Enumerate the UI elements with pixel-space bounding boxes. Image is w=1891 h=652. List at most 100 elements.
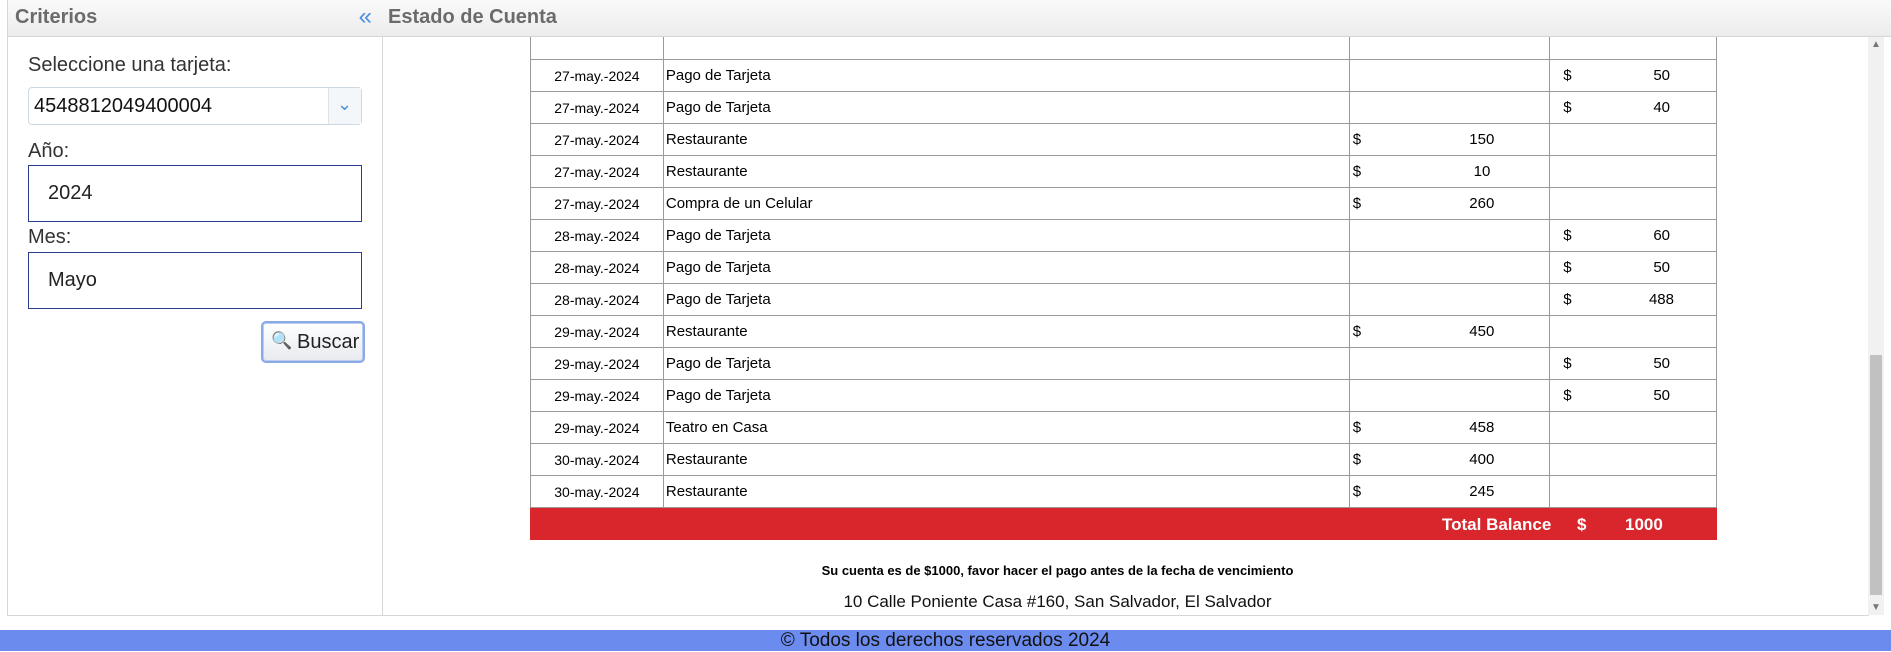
table-row: 30-may.-2024 Restaurante $400 xyxy=(530,443,1717,476)
credit-amount: 40 xyxy=(1653,99,1670,116)
date-cell: 29-may.-2024 xyxy=(530,315,664,348)
credit-currency: $ xyxy=(1563,67,1572,84)
description-cell: Compra de un Celular xyxy=(662,187,1350,220)
description-cell: Teatro en Casa xyxy=(662,411,1350,444)
date-cell: 27-may.-2024 xyxy=(530,155,664,188)
table-row: 29-may.-2024 Restaurante $450 xyxy=(530,315,1717,348)
total-balance-currency: $ xyxy=(1577,515,1587,534)
credit-cell: $60 xyxy=(1549,219,1717,252)
card-select-value: 4548812049400004 xyxy=(34,95,212,117)
description-cell: Pago de Tarjeta xyxy=(662,347,1350,380)
date-cell: 28-may.-2024 xyxy=(530,283,664,316)
address-text: 10 Calle Poniente Casa #160, San Salvado… xyxy=(843,592,1272,611)
debit-amount: 260 xyxy=(1469,195,1495,212)
table-row: 27-may.-2024 Pago de Tarjeta $50 xyxy=(530,59,1717,92)
date-cell: 27-may.-2024 xyxy=(530,59,664,92)
table-row: 27-may.-2024 Pago de Tarjeta $40 xyxy=(530,91,1717,124)
year-label: Año: xyxy=(28,140,70,162)
debit-amount: 150 xyxy=(1469,131,1495,148)
table-row: 29-may.-2024 Pago de Tarjeta $50 xyxy=(530,379,1717,412)
chevron-down-icon: ⌄ xyxy=(337,94,353,114)
credit-currency: $ xyxy=(1563,227,1572,244)
credit-cell xyxy=(1549,443,1717,476)
card-select[interactable]: 4548812049400004 ⌄ xyxy=(28,87,362,125)
scroll-down-icon[interactable]: ▼ xyxy=(1871,602,1881,613)
credit-cell xyxy=(1549,475,1717,508)
debit-currency: $ xyxy=(1352,419,1362,436)
date-cell: 27-may.-2024 xyxy=(530,91,664,124)
year-value: 2024 xyxy=(48,182,93,204)
total-balance-label: Total Balance xyxy=(1442,515,1552,534)
card-select-toggle[interactable]: ⌄ xyxy=(328,88,361,124)
date-cell: 27-may.-2024 xyxy=(530,123,664,156)
credit-cell xyxy=(1549,315,1717,348)
transactions-table: 27-may.-2024 Pago de Tarjeta $50 27-may.-20… xyxy=(530,37,1717,508)
date-cell: 29-may.-2024 xyxy=(530,347,664,380)
table-row: 27-may.-2024 Restaurante $10 xyxy=(530,155,1717,188)
debit-amount: 10 xyxy=(1473,163,1491,180)
payment-notice: Su cuenta es de $1000, favor hacer el pa… xyxy=(821,563,1294,578)
credit-amount: 50 xyxy=(1653,355,1670,372)
debit-cell xyxy=(1348,59,1551,92)
credit-currency: $ xyxy=(1563,291,1572,308)
year-field[interactable]: 2024 xyxy=(28,165,362,222)
search-button[interactable]: 🔍 Buscar xyxy=(261,321,365,363)
credit-amount: 50 xyxy=(1653,259,1670,276)
date-cell: 27-may.-2024 xyxy=(530,187,664,220)
debit-cell: $245 xyxy=(1348,475,1551,508)
search-button-label: Buscar xyxy=(297,331,360,353)
credit-cell: $50 xyxy=(1549,347,1717,380)
debit-cell xyxy=(1348,347,1551,380)
credit-amount: 60 xyxy=(1653,227,1670,244)
debit-cell: $260 xyxy=(1348,187,1551,220)
description-cell: Pago de Tarjeta xyxy=(662,59,1350,92)
vertical-scrollbar[interactable]: ▲ ▼ xyxy=(1868,37,1884,615)
table-row-partial xyxy=(530,37,1717,60)
debit-cell: $458 xyxy=(1348,411,1551,444)
debit-currency: $ xyxy=(1352,163,1362,180)
debit-cell: $10 xyxy=(1348,155,1551,188)
credit-cell xyxy=(1549,155,1717,188)
card-label: Seleccione una tarjeta: xyxy=(28,54,232,76)
credit-cell xyxy=(1549,411,1717,444)
description-cell: Restaurante xyxy=(662,155,1350,188)
debit-amount: 458 xyxy=(1469,419,1495,436)
statement-title: Estado de Cuenta xyxy=(388,6,557,28)
total-balance-bar: Total Balance $ 1000 xyxy=(530,508,1717,540)
scroll-thumb[interactable] xyxy=(1870,355,1882,595)
description-cell: Pago de Tarjeta xyxy=(662,219,1350,252)
table-row: 27-may.-2024 Compra de un Celular $260 xyxy=(530,187,1717,220)
table-row: 29-may.-2024 Pago de Tarjeta $50 xyxy=(530,347,1717,380)
criteria-header: Criterios « xyxy=(8,0,382,37)
table-row: 28-may.-2024 Pago de Tarjeta $488 xyxy=(530,283,1717,316)
date-cell: 28-may.-2024 xyxy=(530,219,664,252)
total-balance-value: 1000 xyxy=(1625,515,1663,534)
statement-body: 27-may.-2024 Pago de Tarjeta $50 27-may.-20… xyxy=(382,37,1869,616)
collapse-icon[interactable]: « xyxy=(359,3,372,31)
criteria-title: Criterios xyxy=(15,6,98,28)
debit-amount: 450 xyxy=(1469,323,1495,340)
month-field[interactable]: Mayo xyxy=(28,252,362,309)
table-row: 30-may.-2024 Restaurante $245 xyxy=(530,475,1717,508)
description-cell: Restaurante xyxy=(662,443,1350,476)
date-cell: 30-may.-2024 xyxy=(530,443,664,476)
credit-amount: 488 xyxy=(1648,291,1674,308)
credit-cell xyxy=(1549,187,1717,220)
debit-cell: $400 xyxy=(1348,443,1551,476)
debit-currency: $ xyxy=(1352,451,1362,468)
credit-amount: 50 xyxy=(1653,387,1670,404)
transactions-body: 27-may.-2024 Pago de Tarjeta $50 27-may.-20… xyxy=(530,37,1717,508)
debit-cell xyxy=(1348,283,1551,316)
description-cell: Pago de Tarjeta xyxy=(662,283,1350,316)
table-row: 29-may.-2024 Teatro en Casa $458 xyxy=(530,411,1717,444)
debit-cell: $450 xyxy=(1348,315,1551,348)
magnifier-icon: 🔍 xyxy=(271,331,293,350)
credit-amount: 50 xyxy=(1653,67,1670,84)
debit-cell xyxy=(1348,219,1551,252)
scroll-up-icon[interactable]: ▲ xyxy=(1871,39,1881,50)
credit-currency: $ xyxy=(1563,387,1572,404)
debit-cell xyxy=(1348,379,1551,412)
credit-cell xyxy=(1549,123,1717,156)
date-cell: 28-may.-2024 xyxy=(530,251,664,284)
credit-currency: $ xyxy=(1563,355,1572,372)
